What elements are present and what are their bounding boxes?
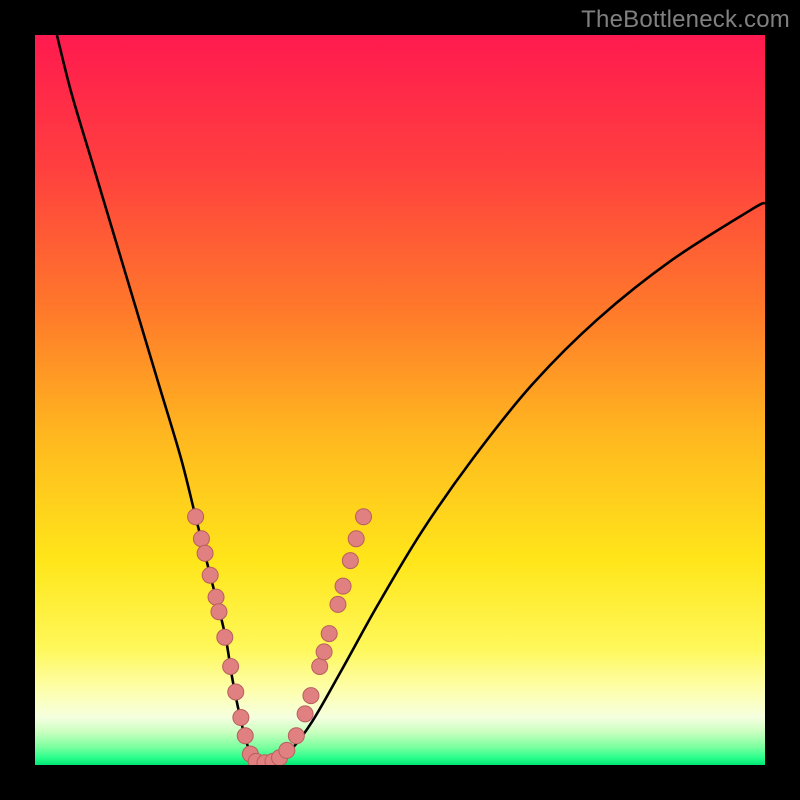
data-dot <box>288 728 304 744</box>
data-dot <box>211 604 227 620</box>
data-dot <box>279 742 295 758</box>
data-dot <box>321 626 337 642</box>
data-dot <box>335 578 351 594</box>
gradient-background <box>35 35 765 765</box>
data-dot <box>330 596 346 612</box>
data-dot <box>197 545 213 561</box>
data-dot <box>297 706 313 722</box>
data-dot <box>312 658 328 674</box>
data-dot <box>348 531 364 547</box>
data-dot <box>303 688 319 704</box>
data-dot <box>342 553 358 569</box>
data-dot <box>316 644 332 660</box>
data-dot <box>208 589 224 605</box>
data-dot <box>188 509 204 525</box>
bottleneck-chart <box>0 0 800 800</box>
data-dot <box>202 567 218 583</box>
data-dot <box>356 509 372 525</box>
data-dot <box>233 710 249 726</box>
data-dot <box>223 658 239 674</box>
data-dot <box>237 728 253 744</box>
data-dot <box>217 629 233 645</box>
watermark-text: TheBottleneck.com <box>581 6 790 34</box>
data-dot <box>228 684 244 700</box>
data-dot <box>193 531 209 547</box>
